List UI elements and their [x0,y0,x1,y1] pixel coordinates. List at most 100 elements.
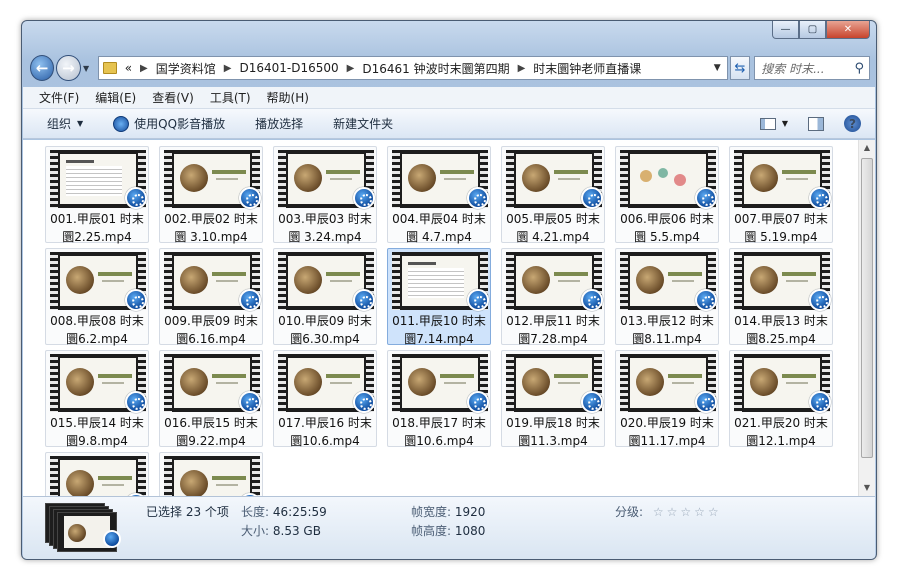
qq-video-badge-icon [353,187,375,209]
scroll-down-arrow-icon[interactable]: ▼ [859,480,875,496]
qq-video-badge-icon [581,391,603,413]
maximize-button[interactable]: ▢ [799,21,826,39]
caption-buttons: — ▢ ✕ [772,21,870,39]
new-folder-button[interactable]: 新建文件夹 [333,115,393,132]
help-icon[interactable]: ? [844,115,861,132]
file-name: 011.甲辰10 时末 圜7.14.mp4 [392,314,486,346]
file-item[interactable]: 014.甲辰13 时末 圜8.25.mp4 [729,248,833,346]
length-value: 46:25:59 [272,505,327,519]
size-label: 大小: [241,524,270,538]
refresh-button[interactable]: ⇆ [729,56,751,80]
menu-edit[interactable]: 编辑(E) [95,89,136,106]
file-name: 003.甲辰03 时末 圜 3.24.mp4 [278,212,372,244]
file-item[interactable]: 016.甲辰15 时末 圜9.22.mp4 [159,350,263,448]
file-item[interactable]: 004.甲辰04 时末 圜 4.7.mp4 [387,146,491,244]
file-item[interactable]: 006.甲辰06 时末 圜 5.5.mp4 [615,146,719,244]
scrollbar-thumb[interactable] [861,158,873,458]
selection-count: 已选择 23 个项 [146,503,229,522]
file-item[interactable]: 008.甲辰08 时末 圜6.2.mp4 [45,248,149,346]
length-label: 长度: [241,505,270,519]
file-name: 006.甲辰06 时末 圜 5.5.mp4 [620,212,714,244]
menu-view[interactable]: 查看(V) [152,89,194,106]
explorer-window: — ▢ ✕ ← → ▼ « ▶ 国学资料馆 ▶ D16401-D16500 ▶ … [21,20,877,560]
recent-pages-dropdown[interactable]: ▼ [81,64,92,73]
refresh-icon: ⇆ [734,60,746,76]
file-item[interactable]: 018.甲辰17 时末 圜10.6.mp4 [387,350,491,448]
file-item[interactable]: 009.甲辰09 时末 圜6.16.mp4 [159,248,263,346]
file-item[interactable]: 015.甲辰14 时末 圜9.8.mp4 [45,350,149,448]
play-with-qq-button[interactable]: 使用QQ影音播放 [113,115,225,132]
view-dropdown-icon[interactable]: ▼ [782,119,788,128]
command-bar: 组织 ▼ 使用QQ影音播放 播放选择 新建文件夹 ▼ ? [23,109,875,139]
menu-help[interactable]: 帮助(H) [267,89,309,106]
breadcrumb-item[interactable]: D16461 钟波时末圜第四期 [362,60,509,77]
breadcrumb-item[interactable]: D16401-D16500 [239,61,338,75]
chevron-right-icon[interactable]: ▶ [140,63,148,74]
file-item[interactable]: 017.甲辰16 时末 圜10.6.mp4 [273,350,377,448]
qq-video-badge-icon [809,391,831,413]
organize-label: 组织 [47,117,72,131]
file-item[interactable]: 020.甲辰19 时末 圜11.17.mp4 [615,350,719,448]
breadcrumb-overflow[interactable]: « [125,61,132,75]
file-name: 001.甲辰01 时末 圜2.25.mp4 [50,212,144,244]
forward-button[interactable]: → [56,55,81,81]
rating-stars-icon[interactable]: ☆☆☆☆☆ [653,503,722,522]
chevron-right-icon[interactable]: ▶ [347,63,355,74]
preview-pane-icon[interactable] [808,116,824,131]
back-button[interactable]: ← [30,55,55,81]
vertical-scrollbar[interactable]: ▲ ▼ [858,140,875,496]
file-item[interactable]: 010.甲辰09 时末 圜6.30.mp4 [273,248,377,346]
file-name: 007.甲辰07 时末 圜 5.19.mp4 [734,212,828,244]
play-selection-button[interactable]: 播放选择 [255,115,303,132]
file-item[interactable]: 021.甲辰20 时末 圜12.1.mp4 [729,350,833,448]
new-folder-label: 新建文件夹 [333,117,394,131]
file-item[interactable] [45,452,149,496]
file-item[interactable]: 007.甲辰07 时末 圜 5.19.mp4 [729,146,833,244]
file-name: 013.甲辰12 时末 圜8.11.mp4 [620,314,714,346]
rating-info: 分级: ☆☆☆☆☆ [615,503,722,522]
file-item[interactable]: 012.甲辰11 时末 圜7.28.mp4 [501,248,605,346]
file-name: 012.甲辰11 时末 圜7.28.mp4 [506,314,600,346]
menu-file[interactable]: 文件(F) [39,89,79,106]
file-name: 016.甲辰15 时末 圜9.22.mp4 [164,416,258,448]
video-thumbnail [164,456,260,496]
file-name: 002.甲辰02 时末 圜 3.10.mp4 [164,212,258,244]
menu-bar: 文件(F) 编辑(E) 查看(V) 工具(T) 帮助(H) [23,87,875,109]
selection-thumbnail-stack [45,503,123,553]
file-item[interactable]: 003.甲辰03 时末 圜 3.24.mp4 [273,146,377,244]
qq-video-badge-icon [695,391,717,413]
file-item[interactable]: 013.甲辰12 时末 圜8.11.mp4 [615,248,719,346]
address-dropdown-icon[interactable]: ▼ [714,63,721,73]
qq-video-badge-icon [125,391,147,413]
minimize-button[interactable]: — [772,21,799,39]
file-item[interactable]: 002.甲辰02 时末 圜 3.10.mp4 [159,146,263,244]
qq-video-badge-icon [581,289,603,311]
address-bar[interactable]: « ▶ 国学资料馆 ▶ D16401-D16500 ▶ D16461 钟波时末圜… [97,56,728,80]
breadcrumb-item[interactable]: 国学资料馆 [156,60,216,77]
chevron-right-icon[interactable]: ▶ [518,63,526,74]
scroll-up-arrow-icon[interactable]: ▲ [859,140,875,156]
chevron-right-icon[interactable]: ▶ [224,63,232,74]
search-input[interactable]: 搜索 时末... ⚲ [754,56,870,80]
search-icon[interactable]: ⚲ [854,61,864,76]
change-view-icon[interactable] [759,117,776,130]
file-name: 009.甲辰09 时末 圜6.16.mp4 [164,314,258,346]
rating-label: 分级: [615,505,644,519]
breadcrumb-item[interactable]: 时末圜钟老师直播课 [533,60,641,77]
menu-tools[interactable]: 工具(T) [210,89,251,106]
view-controls: ▼ ? [759,115,861,132]
frame-height-label: 帧高度: [411,524,452,538]
organize-button[interactable]: 组织 ▼ [47,115,83,132]
qq-video-badge-icon [125,289,147,311]
close-button[interactable]: ✕ [826,21,870,39]
file-item[interactable]: 019.甲辰18 时末 圜11.3.mp4 [501,350,605,448]
file-item[interactable]: 001.甲辰01 时末 圜2.25.mp4 [45,146,149,244]
qq-video-badge-icon [239,289,261,311]
file-item[interactable] [159,452,263,496]
file-item[interactable]: 011.甲辰10 时末 圜7.14.mp4 [387,248,491,346]
file-name: 019.甲辰18 时末 圜11.3.mp4 [506,416,600,448]
file-name: 014.甲辰13 时末 圜8.25.mp4 [734,314,828,346]
file-name: 021.甲辰20 时末 圜12.1.mp4 [734,416,828,448]
file-item[interactable]: 005.甲辰05 时末 圜 4.21.mp4 [501,146,605,244]
qq-video-badge-icon [581,187,603,209]
